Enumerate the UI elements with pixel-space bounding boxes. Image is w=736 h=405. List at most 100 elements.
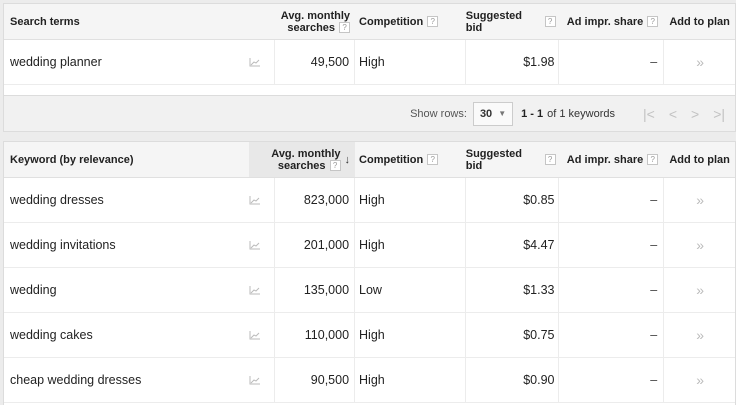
sort-descending-icon: ↓ bbox=[344, 153, 351, 166]
ad-impr-share-cell: – bbox=[559, 40, 665, 84]
competition-cell: High bbox=[355, 313, 466, 357]
share-value: – bbox=[650, 238, 658, 252]
table-row: wedding dresses 823,000 High $0.85 – » bbox=[4, 178, 735, 223]
header-suggested-bid[interactable]: Suggested bid? bbox=[466, 142, 560, 177]
help-icon[interactable]: ? bbox=[329, 160, 341, 172]
add-to-plan-button[interactable]: » bbox=[664, 268, 735, 312]
header-share-label: Ad impr. share bbox=[566, 15, 644, 28]
last-page-icon[interactable]: >| bbox=[713, 106, 725, 122]
table-row: cheap wedding dresses 90,500 High $0.90 … bbox=[4, 358, 735, 403]
add-to-plan-button[interactable]: » bbox=[664, 358, 735, 402]
first-page-icon[interactable]: |< bbox=[643, 106, 655, 122]
suggested-bid-cell: $0.85 bbox=[466, 178, 560, 222]
keyword-cell: wedding bbox=[10, 283, 57, 297]
next-page-icon[interactable]: > bbox=[691, 106, 699, 122]
double-chevron-right-icon: » bbox=[696, 54, 704, 70]
keyword-cell: wedding invitations bbox=[10, 238, 116, 252]
header-competition[interactable]: Competition? bbox=[355, 142, 466, 177]
suggested-bid-cell: $1.33 bbox=[466, 268, 560, 312]
help-icon[interactable]: ? bbox=[544, 16, 556, 27]
search-terms-table: Search terms Avg. monthly searches? Comp… bbox=[3, 3, 736, 96]
avg-searches-cell: 201,000 bbox=[275, 223, 356, 267]
header-avg-monthly-searches-sorted[interactable]: Avg. monthly searches? ↓ bbox=[249, 142, 356, 177]
keyword-cell: wedding cakes bbox=[10, 328, 93, 342]
help-icon[interactable]: ? bbox=[647, 154, 659, 165]
keyword-cell: cheap wedding dresses bbox=[10, 373, 142, 387]
avg-searches-cell: 110,000 bbox=[275, 313, 356, 357]
ad-impr-share-cell: – bbox=[559, 313, 665, 357]
pagination-range: 1 - 1 bbox=[521, 107, 544, 120]
keyword-rows: wedding dresses 823,000 High $0.85 – » w… bbox=[4, 178, 735, 403]
header-search-terms: Search terms bbox=[10, 15, 80, 28]
ad-impr-share-cell: – bbox=[559, 178, 665, 222]
avg-searches-cell: 823,000 bbox=[275, 178, 356, 222]
double-chevron-right-icon: » bbox=[696, 282, 704, 298]
header-avg-line1: Avg. monthly bbox=[271, 147, 341, 160]
search-terms-header: Search terms Avg. monthly searches? Comp… bbox=[4, 4, 735, 40]
ad-impr-share-cell: – bbox=[559, 358, 665, 402]
help-icon[interactable]: ? bbox=[339, 22, 351, 34]
help-icon[interactable]: ? bbox=[427, 16, 439, 27]
keyword-ideas-table: Keyword (by relevance) Avg. monthly sear… bbox=[3, 141, 736, 405]
help-icon[interactable]: ? bbox=[647, 16, 659, 27]
share-value: – bbox=[650, 283, 658, 297]
suggested-bid-cell: $4.47 bbox=[466, 223, 560, 267]
table-row: wedding cakes 110,000 High $0.75 – » bbox=[4, 313, 735, 358]
competition-cell: High bbox=[355, 178, 466, 222]
competition-cell: Low bbox=[355, 268, 466, 312]
help-icon[interactable]: ? bbox=[544, 154, 556, 165]
rows-per-page-value: 30 bbox=[479, 107, 493, 120]
keyword-cell: wedding planner bbox=[10, 55, 102, 69]
pagination-bar: Show rows: 30 ▼ 1 - 1 of 1 keywords |< <… bbox=[3, 96, 736, 132]
trend-chart-icon[interactable] bbox=[249, 358, 276, 402]
add-to-plan-button[interactable]: » bbox=[664, 223, 735, 267]
avg-searches-cell: 90,500 bbox=[275, 358, 356, 402]
header-avg-line2: searches bbox=[287, 21, 336, 34]
add-to-plan-button[interactable]: » bbox=[664, 178, 735, 222]
trend-chart-icon[interactable] bbox=[249, 313, 276, 357]
keyword-ideas-header: Keyword (by relevance) Avg. monthly sear… bbox=[4, 142, 735, 178]
header-competition[interactable]: Competition? bbox=[355, 4, 466, 39]
add-to-plan-button[interactable]: » bbox=[664, 313, 735, 357]
double-chevron-right-icon: » bbox=[696, 192, 704, 208]
header-competition-label: Competition bbox=[359, 153, 424, 166]
double-chevron-right-icon: » bbox=[696, 372, 704, 388]
share-value: – bbox=[650, 373, 658, 387]
ad-impr-share-cell: – bbox=[559, 223, 665, 267]
table-row: wedding 135,000 Low $1.33 – » bbox=[4, 268, 735, 313]
avg-searches-cell: 135,000 bbox=[275, 268, 356, 312]
share-value: – bbox=[650, 55, 658, 69]
competition-cell: High bbox=[355, 358, 466, 402]
trend-chart-icon[interactable] bbox=[249, 178, 276, 222]
header-add-to-plan: Add to plan bbox=[669, 15, 730, 28]
suggested-bid-cell: $0.90 bbox=[466, 358, 560, 402]
header-keyword-relevance[interactable]: Keyword (by relevance) bbox=[4, 142, 249, 177]
competition-cell: High bbox=[355, 223, 466, 267]
help-icon[interactable]: ? bbox=[427, 154, 439, 165]
header-ad-impr-share[interactable]: Ad impr. share? bbox=[560, 4, 665, 39]
header-competition-label: Competition bbox=[359, 15, 424, 28]
prev-page-icon[interactable]: < bbox=[669, 106, 677, 122]
table-row: wedding planner 49,500 High $1.98 – » bbox=[4, 40, 735, 85]
header-bid-label: Suggested bid bbox=[465, 147, 522, 172]
suggested-bid-cell: $1.98 bbox=[466, 40, 560, 84]
add-to-plan-button[interactable]: » bbox=[664, 40, 735, 84]
pagination-total: of 1 keywords bbox=[547, 107, 615, 120]
header-suggested-bid[interactable]: Suggested bid? bbox=[466, 4, 560, 39]
header-add-to-plan: Add to plan bbox=[669, 153, 730, 166]
trend-chart-icon[interactable] bbox=[249, 268, 276, 312]
trend-chart-icon[interactable] bbox=[249, 223, 276, 267]
keyword-cell: wedding dresses bbox=[10, 193, 104, 207]
rows-per-page-select[interactable]: 30 ▼ bbox=[472, 101, 514, 126]
competition-cell: High bbox=[355, 40, 466, 84]
header-avg-monthly-searches[interactable]: Avg. monthly searches? bbox=[249, 4, 355, 39]
show-rows-label: Show rows: bbox=[410, 107, 467, 120]
header-share-label: Ad impr. share bbox=[566, 153, 644, 166]
header-ad-impr-share[interactable]: Ad impr. share? bbox=[560, 142, 665, 177]
trend-chart-icon[interactable] bbox=[249, 40, 276, 84]
double-chevron-right-icon: » bbox=[696, 327, 704, 343]
share-value: – bbox=[650, 193, 658, 207]
double-chevron-right-icon: » bbox=[696, 237, 704, 253]
share-value: – bbox=[650, 328, 658, 342]
avg-searches-cell: 49,500 bbox=[275, 40, 356, 84]
